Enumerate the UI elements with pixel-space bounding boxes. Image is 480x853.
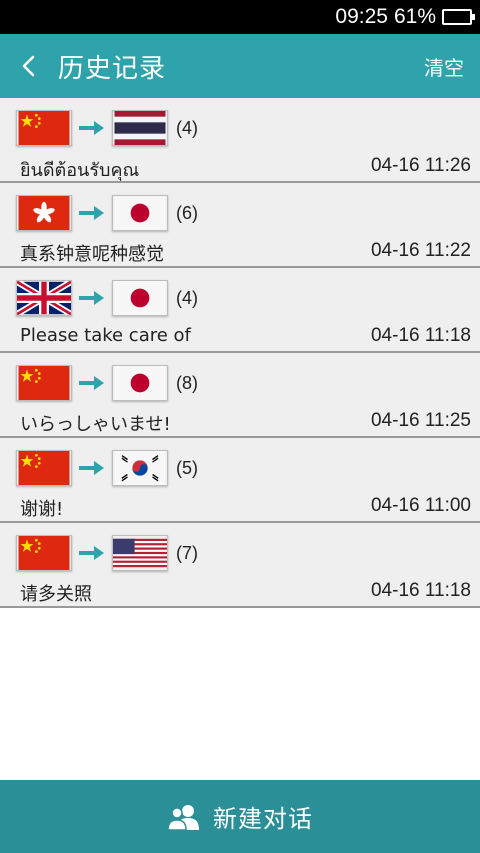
history-row[interactable]: (5) 谢谢! 04-16 11:00 [0, 438, 480, 523]
history-row[interactable]: (7) 请多关照 04-16 11:18 [0, 523, 480, 608]
phrase-text: いらっしゃいませ! [20, 414, 171, 435]
phrase-count: (6) [176, 202, 198, 223]
arrow-right-icon [72, 110, 112, 146]
flag-hong-kong-icon [16, 195, 72, 231]
history-row[interactable]: (4) ยินดีต้อนรับคุณ 04-16 11:26 [0, 98, 480, 183]
phrase-text: 谢谢! [20, 499, 64, 520]
app-header: 历史记录 清空 [0, 34, 480, 98]
flag-japan-icon [112, 280, 168, 316]
arrow-right-icon [72, 450, 112, 486]
language-pair: (4) [16, 280, 198, 316]
flag-uk-icon [16, 280, 72, 316]
phrase-count: (4) [176, 117, 198, 138]
flag-korea-icon [112, 450, 168, 486]
flag-thailand-icon [112, 110, 168, 146]
arrow-right-icon [72, 195, 112, 231]
language-pair: (4) [16, 110, 198, 146]
flag-china-icon [16, 450, 72, 486]
back-button[interactable] [0, 34, 58, 98]
language-pair: (8) [16, 365, 198, 401]
timestamp: 04-16 11:00 [370, 495, 471, 516]
history-row[interactable]: (8) いらっしゃいませ! 04-16 11:25 [0, 353, 480, 438]
timestamp: 04-16 11:18 [370, 325, 471, 346]
flag-japan-icon [112, 195, 168, 231]
timestamp: 04-16 11:18 [370, 580, 471, 601]
phrase-count: (8) [176, 372, 198, 393]
status-bar: 09:25 61% [0, 0, 480, 34]
arrow-right-icon [72, 535, 112, 571]
new-chat-button[interactable]: 新建对话 [0, 780, 480, 853]
language-pair: (5) [16, 450, 198, 486]
clear-button[interactable]: 清空 [424, 52, 464, 81]
battery-percent: 61% [393, 5, 436, 28]
timestamp: 04-16 11:26 [370, 155, 471, 176]
flag-usa-icon [112, 535, 168, 571]
arrow-right-icon [72, 365, 112, 401]
page-title: 历史记录 [58, 53, 167, 84]
phrase-count: (5) [176, 457, 198, 478]
battery-icon [442, 9, 475, 25]
chevron-left-icon [22, 55, 35, 77]
new-chat-label: 新建对话 [213, 805, 313, 833]
language-pair: (7) [16, 535, 198, 571]
history-row[interactable]: (4) Please take care of 04-16 11:18 [0, 268, 480, 353]
phrase-text: 真系钟意呢种感觉 [20, 244, 164, 265]
flag-japan-icon [112, 365, 168, 401]
timestamp: 04-16 11:22 [370, 240, 471, 261]
language-pair: (6) [16, 195, 198, 231]
history-list: (4) ยินดีต้อนรับคุณ 04-16 11:26 (6) 真系钟意呢种感觉… [0, 98, 480, 608]
flag-china-icon [16, 110, 72, 146]
phrase-count: (4) [176, 287, 198, 308]
arrow-right-icon [72, 280, 112, 316]
phrase-text: 请多关照 [20, 584, 92, 605]
flag-china-icon [16, 535, 72, 571]
flag-china-icon [16, 365, 72, 401]
phrase-text: Please take care of [20, 325, 191, 346]
status-time: 09:25 [335, 5, 388, 28]
users-icon [167, 804, 199, 830]
history-row[interactable]: (6) 真系钟意呢种感觉 04-16 11:22 [0, 183, 480, 268]
phrase-count: (7) [176, 542, 198, 563]
phrase-text: ยินดีต้อนรับคุณ [20, 160, 140, 181]
timestamp: 04-16 11:25 [370, 410, 471, 431]
